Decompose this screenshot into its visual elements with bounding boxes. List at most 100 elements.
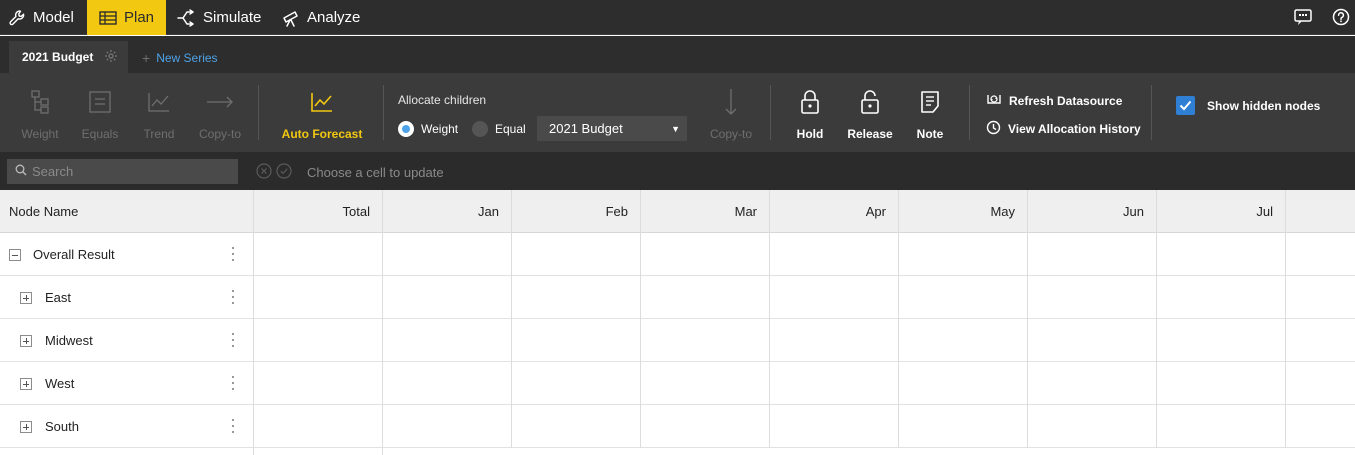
refresh-datasource-button[interactable]: Refresh Datasource xyxy=(986,92,1122,109)
new-series-button[interactable]: + New Series xyxy=(142,50,218,66)
equals-icon xyxy=(89,88,111,116)
row-label: West xyxy=(45,376,75,391)
tab-2021-budget[interactable]: 2021 Budget xyxy=(9,41,128,73)
toolbar-divider xyxy=(1151,85,1152,140)
caret-down-icon: ▼ xyxy=(671,124,680,134)
arrow-right-icon xyxy=(205,88,235,116)
note-label: Note xyxy=(916,127,944,141)
wrench-icon xyxy=(8,9,26,27)
row-label-group: West xyxy=(20,362,74,405)
header-month[interactable]: Jan xyxy=(383,190,512,233)
weight-button[interactable]: Weight xyxy=(18,73,62,152)
nav-analyze[interactable]: Analyze xyxy=(282,0,360,35)
series-tab-bar: 2021 Budget + New Series xyxy=(0,36,1355,73)
plus-icon: + xyxy=(142,50,151,66)
hierarchy-icon xyxy=(30,88,50,116)
more-options-icon[interactable] xyxy=(229,246,237,262)
expand-icon[interactable] xyxy=(20,377,32,390)
note-button[interactable]: Note xyxy=(912,73,948,152)
table-icon xyxy=(99,10,117,25)
grid-header: Node Name Total Jan Feb Mar Apr May Jun … xyxy=(0,190,1355,233)
radio-weight[interactable] xyxy=(398,121,414,137)
more-options-icon[interactable] xyxy=(229,418,237,434)
equals-button[interactable]: Equals xyxy=(80,73,120,152)
hold-button[interactable]: Hold xyxy=(793,73,827,152)
checkmark-icon xyxy=(1179,100,1192,111)
hold-label: Hold xyxy=(796,127,824,141)
expand-icon[interactable] xyxy=(20,291,32,304)
row-label: Midwest xyxy=(45,333,93,348)
auto-forecast-label: Auto Forecast xyxy=(281,127,363,141)
nav-simulate-label: Simulate xyxy=(203,9,262,26)
copy-to-label: Copy-to xyxy=(198,127,242,141)
header-month[interactable]: May xyxy=(899,190,1028,233)
row-label: South xyxy=(45,419,79,434)
header-month[interactable]: Feb xyxy=(512,190,641,233)
toolbar-divider xyxy=(770,85,771,140)
copy-to-down-button[interactable]: Copy-to xyxy=(706,73,756,152)
column-divider xyxy=(382,190,383,455)
cell-action-icons xyxy=(256,163,292,182)
table-row[interactable]: South xyxy=(0,405,1355,448)
help-icon[interactable] xyxy=(1332,8,1350,26)
cell-status-text: Choose a cell to update xyxy=(307,165,444,180)
search-input[interactable] xyxy=(32,164,232,179)
auto-forecast-button[interactable]: Auto Forecast xyxy=(282,73,362,152)
comment-icon[interactable] xyxy=(1294,8,1312,26)
nav-model-label: Model xyxy=(33,9,74,26)
column-divider xyxy=(898,190,899,448)
header-month[interactable]: Jul xyxy=(1157,190,1286,233)
view-allocation-history-button[interactable]: View Allocation History xyxy=(986,120,1141,138)
copy-to-down-label: Copy-to xyxy=(709,127,753,141)
column-divider xyxy=(253,190,254,455)
search-box xyxy=(7,159,238,184)
top-nav-bar: Model Plan Simulate Analyze xyxy=(0,0,1355,35)
unlock-icon xyxy=(860,88,880,116)
nav-plan[interactable]: Plan xyxy=(87,0,166,35)
header-month[interactable]: Apr xyxy=(770,190,899,233)
radio-equal[interactable] xyxy=(472,121,488,137)
weight-label: Weight xyxy=(21,127,59,141)
expand-icon[interactable] xyxy=(20,420,32,433)
simulate-icon xyxy=(176,8,196,27)
series-select[interactable]: 2021 Budget ▼ xyxy=(537,116,687,141)
refresh-datasource-icon xyxy=(986,92,1002,109)
header-month[interactable]: Mar xyxy=(641,190,770,233)
lock-icon xyxy=(800,88,820,116)
equals-label: Equals xyxy=(81,127,119,141)
table-row[interactable]: East xyxy=(0,276,1355,319)
allocate-children-title: Allocate children xyxy=(398,93,487,107)
cancel-icon[interactable] xyxy=(256,163,272,182)
confirm-icon[interactable] xyxy=(276,163,292,182)
header-month[interactable]: Jun xyxy=(1028,190,1157,233)
arrow-down-icon xyxy=(724,88,738,116)
header-total[interactable]: Total xyxy=(254,190,383,233)
table-row[interactable]: West xyxy=(0,362,1355,405)
expand-icon[interactable] xyxy=(20,334,32,347)
toolbar-divider xyxy=(383,85,384,140)
more-options-icon[interactable] xyxy=(229,332,237,348)
collapse-icon[interactable] xyxy=(9,248,21,261)
radio-equal-label: Equal xyxy=(495,122,526,136)
column-divider xyxy=(1156,190,1157,448)
gear-icon[interactable] xyxy=(104,49,118,66)
trend-button[interactable]: Trend xyxy=(141,73,177,152)
radio-weight-label: Weight xyxy=(421,122,459,136)
toolbar-divider xyxy=(969,85,970,140)
nav-simulate[interactable]: Simulate xyxy=(176,0,261,35)
table-row[interactable]: Midwest xyxy=(0,319,1355,362)
more-options-icon[interactable] xyxy=(229,289,237,305)
history-icon xyxy=(986,120,1001,138)
table-row[interactable]: Overall Result xyxy=(0,233,1355,276)
column-divider xyxy=(640,190,641,448)
telescope-icon xyxy=(282,9,300,27)
more-options-icon[interactable] xyxy=(229,375,237,391)
row-label-group: Midwest xyxy=(20,319,93,362)
show-hidden-nodes-checkbox[interactable] xyxy=(1176,96,1195,115)
header-node-name[interactable]: Node Name xyxy=(9,190,78,233)
row-label-group: East xyxy=(20,276,71,319)
nav-model[interactable]: Model xyxy=(8,0,74,35)
view-allocation-history-label: View Allocation History xyxy=(1008,122,1141,136)
copy-to-button[interactable]: Copy-to xyxy=(196,73,244,152)
release-button[interactable]: Release xyxy=(846,73,894,152)
